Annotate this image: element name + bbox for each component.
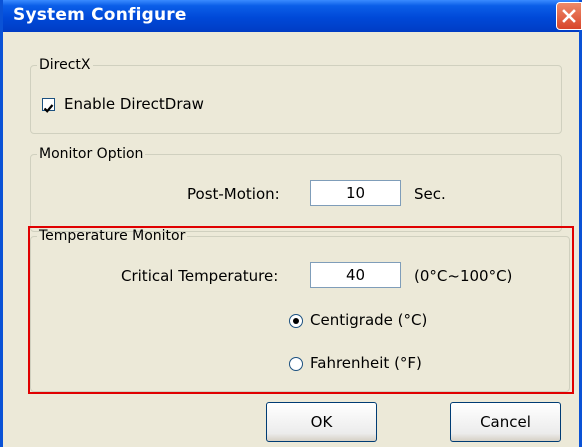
monitor-option-group: Monitor Option [30, 146, 562, 232]
temperature-range-hint: (0°C~100°C) [414, 267, 513, 285]
cancel-button[interactable]: Cancel [450, 402, 561, 442]
critical-temperature-input[interactable]: 40 [310, 262, 401, 288]
ok-button[interactable]: OK [266, 402, 377, 442]
critical-temperature-label: Critical Temperature: [121, 267, 279, 285]
monitor-option-legend: Monitor Option [39, 146, 144, 162]
window-title: System Configure [13, 5, 187, 25]
title-bar[interactable]: System Configure [3, 0, 582, 32]
close-button[interactable] [556, 2, 582, 30]
centigrade-label[interactable]: Centigrade (°C) [310, 311, 427, 329]
system-configure-dialog: System Configure DirectX Enable DirectDr… [0, 0, 582, 447]
checkmark-icon [43, 104, 54, 113]
centigrade-radio[interactable] [289, 314, 303, 328]
post-motion-label: Post-Motion: [187, 185, 280, 203]
radio-selected-dot [293, 318, 299, 324]
post-motion-input[interactable]: 10 [310, 180, 401, 206]
fahrenheit-radio[interactable] [289, 357, 303, 371]
directx-legend: DirectX [39, 57, 91, 73]
enable-directdraw-checkbox[interactable] [42, 98, 55, 113]
post-motion-unit: Sec. [414, 185, 446, 203]
fahrenheit-label[interactable]: Fahrenheit (°F) [310, 354, 422, 372]
temperature-monitor-legend: Temperature Monitor [39, 228, 186, 244]
enable-directdraw-label[interactable]: Enable DirectDraw [64, 95, 204, 113]
close-icon [562, 9, 576, 23]
